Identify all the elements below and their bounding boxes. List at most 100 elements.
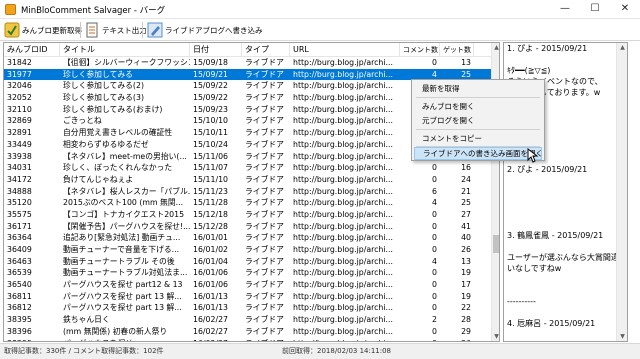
minimize-button[interactable]: — <box>550 0 580 19</box>
cell-comment-count: 0 <box>432 209 437 219</box>
cell-url: http://burg.blog.jp/archi... <box>293 104 393 114</box>
cell-id: 38399 <box>4 338 60 342</box>
cell-get-count: 41 <box>461 221 471 231</box>
table-row[interactable]: 34031 珍しく、ぼったくれんなかった 15/11/07 ライブドア http://b… <box>4 162 491 174</box>
table-row[interactable]: 38396 (mm 無関係) 初春の新人祭り 16/02/27 ライブドア http:/… <box>4 326 491 338</box>
cell-type: ライブドア <box>245 116 284 126</box>
column-header-type[interactable]: タイプ <box>242 43 290 57</box>
table-row[interactable]: 36539 動画チューナートラブル対処法ま... 16/01/06 ライブドア http… <box>4 267 491 279</box>
table-row[interactable]: 36812 パーグハウスを探せ part 13 解... 16/01/13 ライブドア… <box>4 302 491 314</box>
cell-type: ライブドア <box>245 221 284 231</box>
scroll-down-arrow[interactable]: ▼ <box>617 332 627 341</box>
status-fetch-count: 取得記事数：330件 / コメント取得記事数：102件 <box>4 347 164 355</box>
menu-item-open-minblo[interactable]: みんブロを開く <box>414 100 542 113</box>
scroll-up-arrow[interactable]: ▲ <box>617 43 627 52</box>
cell-comment-count: 6 <box>432 186 437 196</box>
title-bar: MinBloComment Salvager - バーグ — ☐ ✕ <box>0 0 640 19</box>
scroll-down-arrow[interactable]: ▼ <box>492 332 499 341</box>
cell-title: 珍しく参加してみる(3) <box>63 93 144 103</box>
cell-url: http://burg.blog.jp/archi... <box>290 338 400 342</box>
cell-id: 32052 <box>7 93 32 103</box>
column-header-id[interactable]: みんブロID <box>4 43 60 57</box>
column-header-date[interactable]: 日付 <box>190 43 242 57</box>
column-header-title[interactable]: タイトル <box>60 43 190 57</box>
scroll-thumb[interactable] <box>493 235 499 253</box>
table-row[interactable]: 36409 動画チューナーで音量を下げる... 16/01/02 ライブドア http:… <box>4 244 491 256</box>
maximize-button[interactable]: ☐ <box>580 0 610 19</box>
cell-get-count: 40 <box>461 233 471 243</box>
cell-id: 35575 <box>7 209 32 219</box>
menu-item-open-source-blog[interactable]: 元ブログを開く <box>414 114 542 127</box>
cell-id: 35120 <box>7 198 32 208</box>
table-row[interactable]: 38395 鉄ちゃん日く 16/02/27 ライブドア http://burg.blog… <box>4 314 491 326</box>
cell-comment-count: 0 <box>432 221 437 231</box>
cell-date: 15/09/22 <box>193 93 229 103</box>
toolbar-separator <box>80 22 81 38</box>
cell-title: パーグハウスを探せ part12 & 13 <box>63 280 183 290</box>
cell-type: ライブドア <box>245 174 284 184</box>
table-row[interactable]: 36463 動画チューナートラブル その後 16/01/04 ライブドア http://… <box>4 256 491 268</box>
table-row[interactable]: 34172 負けてんじゃねぇよ 15/11/10 ライブドア http://burg.b… <box>4 174 491 186</box>
table-row[interactable]: 36364 追記あり[緊急対処法] 動画チュ... 16/01/01 ライブドア htt… <box>4 232 491 244</box>
cell-url: http://burg.blog.jp/archi... <box>293 303 393 313</box>
cell-title: 珍しく参加してみる(おまけ) <box>63 104 163 114</box>
column-header-comment-count[interactable]: コメント数 <box>400 43 440 57</box>
cell-comment-count: 0 <box>432 326 437 336</box>
comment-scrollbar[interactable]: ▲ ▼ <box>616 43 627 341</box>
table-row[interactable]: 34888 【ネタバレ】桜人レスカー「パブル... 15/11/23 ライブドア htt… <box>4 186 491 198</box>
comment-line: ｷﾀ━━(≧▽≦) <box>507 66 551 75</box>
cell-date: 16/02/27 <box>193 315 229 325</box>
toolbar: みんブロ更新取得 テキスト出力 ライブドアブログへ書き込み <box>0 19 640 41</box>
table-row[interactable]: 38399パーグハウスを探せ16/02/27ライブドアhttp://burg.b… <box>4 338 491 342</box>
cell-get-count: 17 <box>461 280 471 290</box>
cell-url: http://burg.blog.jp/archi... <box>293 128 393 138</box>
menu-item-open-livedoor-write[interactable]: ライブドアへの書き込み画面を開く <box>414 147 543 160</box>
cell-type: ライブドア <box>245 209 284 219</box>
cell-get-count: 26 <box>440 338 474 342</box>
cell-url: http://burg.blog.jp/archi... <box>293 116 393 126</box>
pen-icon <box>147 22 163 38</box>
cell-date: 16/01/04 <box>193 256 229 266</box>
cell-url: http://burg.blog.jp/archi... <box>293 163 393 173</box>
cell-get-count: 19 <box>461 291 471 301</box>
cell-id: 36811 <box>7 291 32 301</box>
cell-title: 珍しく参加してみる <box>63 69 133 79</box>
close-button[interactable]: ✕ <box>610 0 640 19</box>
table-row[interactable]: 35575 【コンゴ】トナカイクエスト2015 15/12/18 ライブドア http:… <box>4 209 491 221</box>
cell-date: 16/02/27 <box>193 326 229 336</box>
cell-title: ごきっとね <box>63 116 102 126</box>
column-header-get-count[interactable]: ゲット数 <box>440 43 474 57</box>
column-header-url[interactable]: URL <box>290 43 400 57</box>
text-export-button[interactable]: テキスト出力 <box>84 21 147 39</box>
comment-line: ---------- <box>507 297 536 306</box>
cell-type: ライブドア <box>245 256 284 266</box>
menu-separator <box>416 97 540 98</box>
comment-line <box>507 175 616 186</box>
cell-title: (mm 無関係) 初春の新人祭り <box>63 326 168 336</box>
table-row[interactable]: 31842 【徂徊】シルバーウィークフワッシン... 15/09/18 ライブドア ht… <box>4 57 491 69</box>
table-row[interactable]: 36811 パーグハウスを探せ part 13 解... 16/01/13 ライブドア… <box>4 291 491 303</box>
list-header: みんブロID タイトル 日付 タイプ URL コメント数 ゲット数 <box>4 43 491 57</box>
cell-title: 【ネタバレ】桜人レスカー「パブル... <box>63 186 190 196</box>
cell-type: ライブドア <box>245 104 284 114</box>
cell-url: http://burg.blog.jp/archi... <box>293 233 393 243</box>
scroll-up-arrow[interactable]: ▲ <box>492 43 499 52</box>
comment-line <box>507 329 616 340</box>
cell-title: 【コンゴ】トナカイクエスト2015 <box>63 209 185 219</box>
cell-title: 動画チューナーで音量を下げる... <box>63 245 180 254</box>
table-row[interactable]: 35120 2015ぶのベスト100 (mm 無関... 15/11/28 ライブドア… <box>4 197 491 209</box>
comment-line <box>507 54 616 65</box>
livedoor-write-button[interactable]: ライブドアブログへ書き込み <box>147 21 263 39</box>
table-row[interactable]: 36540 パーグハウスを探せ part12 & 13 16/01/06 ライブドア h… <box>4 279 491 291</box>
fetch-all-button[interactable]: みんブロ更新取得 <box>4 21 82 39</box>
cell-url: http://burg.blog.jp/archi... <box>293 326 393 336</box>
menu-item-refresh[interactable]: 最新を取得 <box>414 82 542 95</box>
cell-date: 15/09/21 <box>193 69 229 79</box>
menu-item-copy-comment[interactable]: コメントをコピー <box>414 132 542 145</box>
cell-type: ライブドア <box>245 245 284 254</box>
table-row[interactable]: 36171 【閑催予告】パーグハウスを探せ!... 15/12/28 ライブドア htt… <box>4 221 491 233</box>
cell-id: 36364 <box>7 233 32 243</box>
cell-type: ライブドア <box>245 198 284 208</box>
comment-line <box>507 307 616 318</box>
cell-comment-count: 4 <box>432 256 437 266</box>
